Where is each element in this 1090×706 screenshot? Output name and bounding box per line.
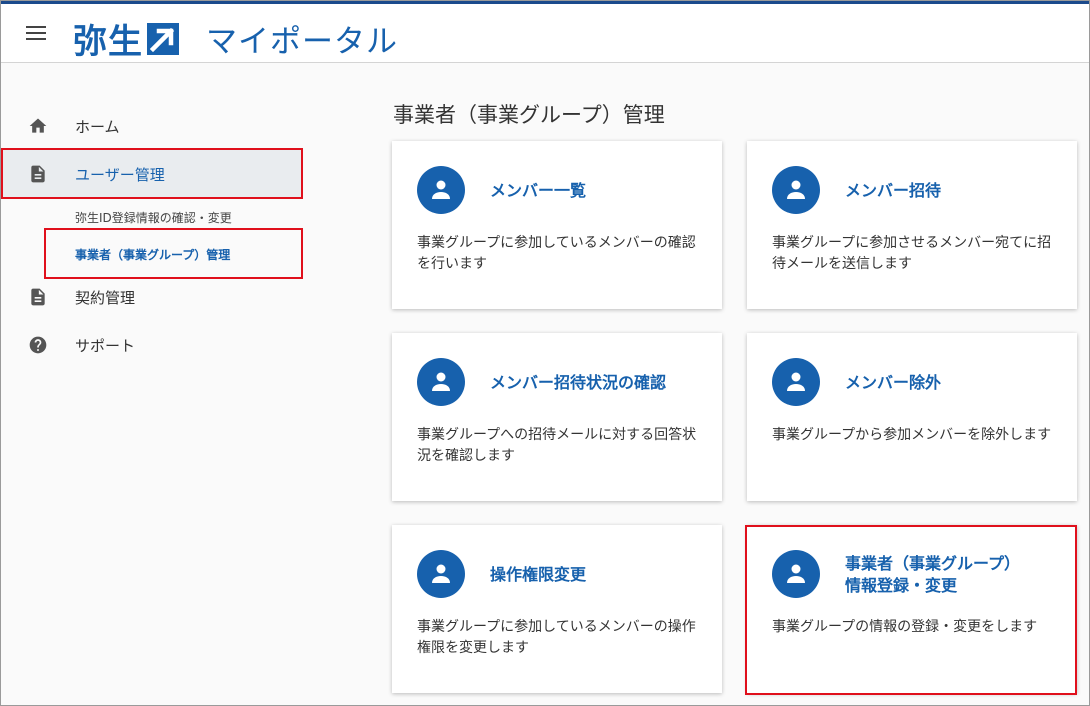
sidebar-item-support[interactable]: サポート (1, 321, 301, 369)
sidebar-item-contract[interactable]: 契約管理 (1, 273, 301, 321)
card-title: 事業者（事業グループ） 情報登録・変更 (845, 554, 1021, 595)
sidebar-item-label: サポート (75, 336, 136, 355)
logo-text: 弥生 (73, 22, 143, 62)
portal-window: 弥生 マイポータル ホーム ユーザー管理 弥生ID登録情報の確認・変更 事業者（… (0, 0, 1090, 706)
logo-arrow-icon (147, 22, 179, 55)
user-icon (417, 166, 465, 214)
user-icon (772, 358, 820, 406)
card-description: 事業グループに参加しているメンバーの確認を行います (417, 235, 696, 272)
help-icon (28, 335, 48, 355)
sidebar-item-label: ユーザー管理 (75, 165, 165, 184)
user-icon (772, 550, 820, 598)
sidebar: ホーム ユーザー管理 弥生ID登録情報の確認・変更 事業者（事業グループ）管理 … (1, 63, 361, 705)
card-description: 事業グループの情報の登録・変更をします (772, 619, 1038, 635)
portal-title: マイポータル (206, 24, 398, 60)
card-invite-status[interactable]: メンバー招待状況の確認 事業グループへの招待メールに対する回答状況を確認します (392, 333, 722, 501)
card-title: メンバー一覧 (490, 181, 587, 200)
card-member-remove[interactable]: メンバー除外 事業グループから参加メンバーを除外します (747, 333, 1077, 501)
card-title: 操作権限変更 (490, 565, 587, 584)
card-description: 事業グループから参加メンバーを除外します (772, 427, 1052, 443)
card-title: メンバー除外 (845, 373, 942, 392)
document-icon (28, 287, 48, 307)
home-icon (28, 116, 48, 136)
card-description: 事業グループへの招待メールに対する回答状況を確認します (417, 427, 697, 464)
sidebar-item-user-management[interactable]: ユーザー管理 (1, 150, 301, 198)
card-title: メンバー招待 (845, 181, 942, 200)
sidebar-subitem-yayoi-id[interactable]: 弥生ID登録情報の確認・変更 (75, 209, 232, 226)
user-icon (772, 166, 820, 214)
user-icon (417, 358, 465, 406)
card-title: メンバー招待状況の確認 (490, 373, 667, 392)
sidebar-subitem-business-group[interactable]: 事業者（事業グループ）管理 (75, 246, 230, 263)
card-permission-change[interactable]: 操作権限変更 事業グループに参加しているメンバーの操作権限を変更します (392, 525, 722, 693)
yayoi-logo[interactable]: 弥生 (73, 14, 179, 63)
card-description: 事業グループに参加しているメンバーの操作権限を変更します (417, 619, 696, 656)
card-business-info[interactable]: 事業者（事業グループ） 情報登録・変更 事業グループの情報の登録・変更をします (747, 525, 1077, 693)
hamburger-menu-icon[interactable] (26, 26, 46, 42)
sidebar-item-label: ホーム (75, 117, 120, 136)
app-header: 弥生 マイポータル (1, 1, 1089, 63)
user-icon (417, 550, 465, 598)
sidebar-item-label: 契約管理 (75, 288, 136, 307)
document-icon (28, 164, 48, 184)
card-member-invite[interactable]: メンバー招待 事業グループに参加させるメンバー宛てに招待メールを送信します (747, 141, 1077, 309)
card-member-list[interactable]: メンバー一覧 事業グループに参加しているメンバーの確認を行います (392, 141, 722, 309)
page-title: 事業者（事業グループ）管理 (393, 103, 665, 127)
card-description: 事業グループに参加させるメンバー宛てに招待メールを送信します (772, 235, 1052, 272)
sidebar-item-home[interactable]: ホーム (1, 102, 301, 150)
